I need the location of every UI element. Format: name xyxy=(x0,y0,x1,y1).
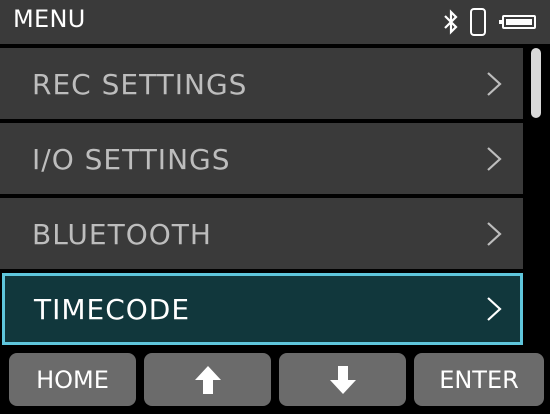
home-button[interactable]: HOME xyxy=(9,353,136,406)
up-button[interactable] xyxy=(144,353,271,406)
enter-button[interactable]: ENTER xyxy=(414,353,544,406)
bluetooth-icon xyxy=(444,9,458,35)
menu-item-io-settings[interactable]: I/O SETTINGS xyxy=(0,123,523,194)
chevron-right-icon xyxy=(487,297,502,321)
menu-item-bluetooth[interactable]: BLUETOOTH xyxy=(0,198,523,269)
menu-item-label: BLUETOOTH xyxy=(32,218,212,251)
menu-item-label: REC SETTINGS xyxy=(32,68,248,101)
menu-item-timecode[interactable]: TIMECODE xyxy=(2,273,523,345)
menu-item-label: TIMECODE xyxy=(34,293,191,326)
page-title: MENU xyxy=(13,5,86,33)
chevron-right-icon xyxy=(487,147,502,171)
chevron-right-icon xyxy=(487,222,502,246)
footer-buttons: HOME ENTER xyxy=(0,350,550,414)
status-icons xyxy=(442,7,540,37)
device-screen: MENU REC SETTINGS I/O SETTINGS BLUETOOTH… xyxy=(0,0,550,414)
header-bar: MENU xyxy=(0,0,550,44)
down-button[interactable] xyxy=(279,353,406,406)
smartphone-icon xyxy=(470,8,486,36)
home-button-label: HOME xyxy=(36,365,109,394)
menu-item-label: I/O SETTINGS xyxy=(32,143,231,176)
chevron-right-icon xyxy=(487,72,502,96)
battery-icon xyxy=(499,15,536,29)
menu-item-rec-settings[interactable]: REC SETTINGS xyxy=(0,48,523,119)
scrollbar[interactable] xyxy=(531,48,541,118)
enter-button-label: ENTER xyxy=(439,365,519,394)
arrow-up-icon xyxy=(194,365,221,394)
arrow-down-icon xyxy=(329,365,356,394)
